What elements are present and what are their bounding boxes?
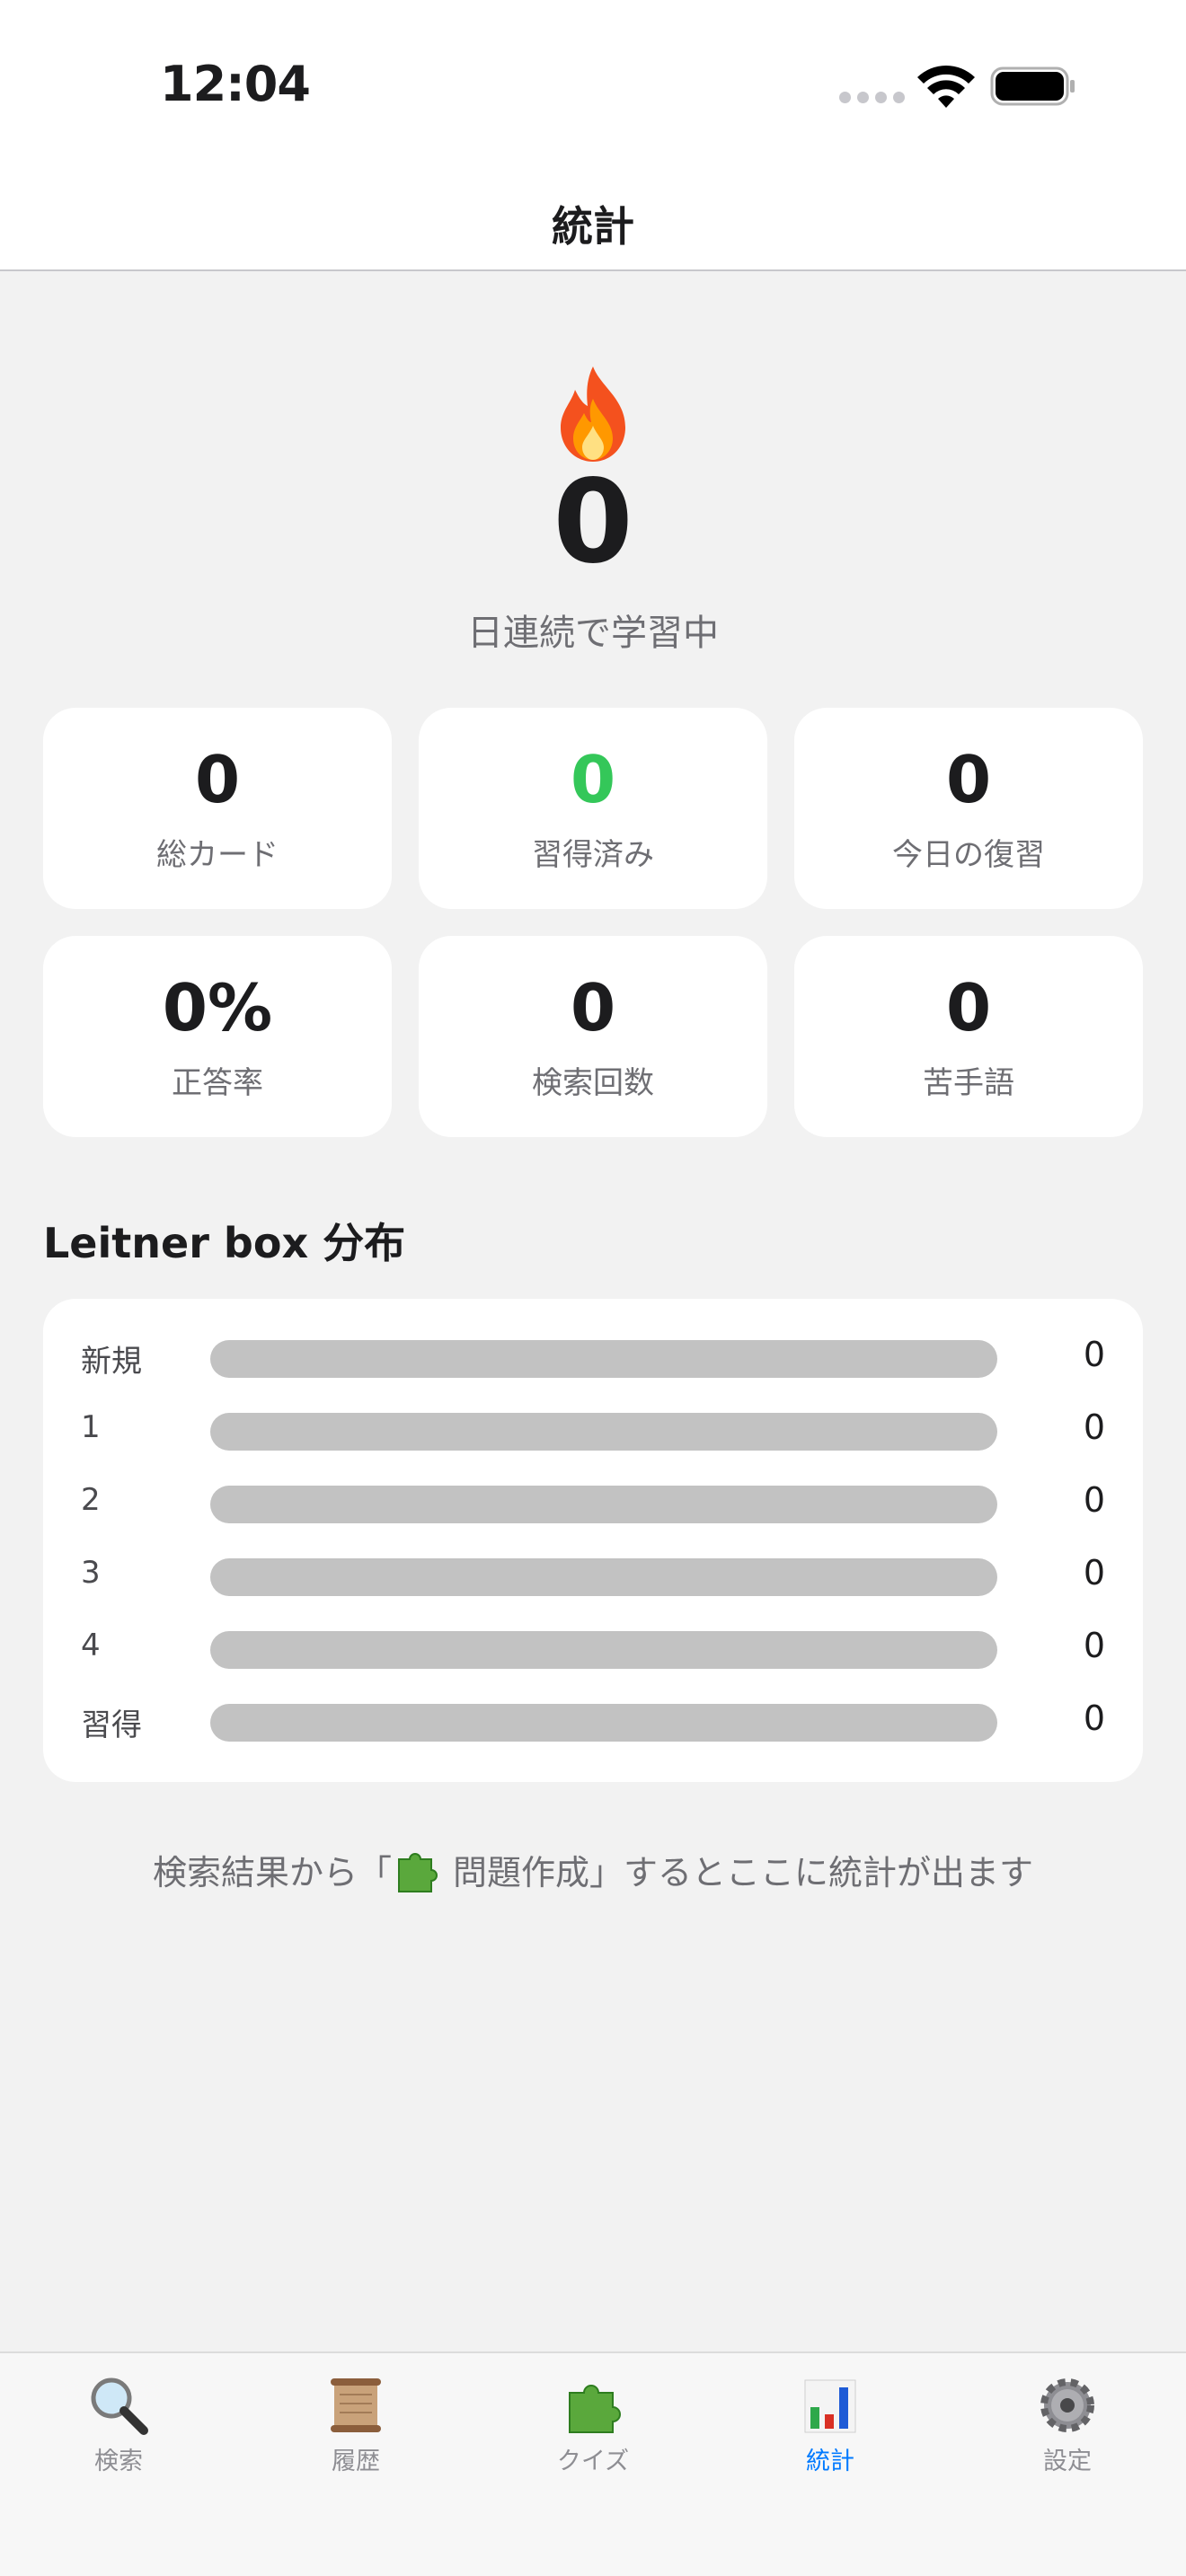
leitner-count: 0 [1083, 1698, 1105, 1738]
leitner-count: 0 [1083, 1480, 1105, 1520]
gear-icon [1040, 2378, 1094, 2432]
stat-card-accuracy: 0% 正答率 [43, 936, 392, 1137]
empty-state-hint: 検索結果から「 問題作成」するとここに統計が出ます [0, 1845, 1186, 1894]
bar-chart-icon [804, 2379, 856, 2433]
cellular-signal-icon [839, 92, 905, 103]
stat-card-mastered: 0 習得済み [419, 708, 767, 909]
stat-label: 苦手語 [923, 1065, 1014, 1101]
puzzle-icon [397, 1853, 438, 1892]
status-time: 12:04 [160, 56, 311, 112]
stat-value: 0 [570, 742, 616, 817]
leitner-row: 3 0 [43, 1549, 1143, 1603]
tab-quiz[interactable]: クイズ [474, 2373, 712, 2499]
leitner-bar [210, 1486, 997, 1523]
leitner-label: 3 [81, 1555, 101, 1591]
stat-value: 0 [945, 742, 992, 817]
stat-label: 習得済み [532, 837, 654, 873]
stat-value: 0 [570, 970, 616, 1045]
hint-text-after: 問題作成」するとここに統計が出ます [441, 1853, 1034, 1892]
leitner-label: 2 [81, 1482, 101, 1518]
leitner-label: 1 [81, 1409, 101, 1445]
leitner-bar [210, 1704, 997, 1742]
tab-label: 設定 [1043, 2448, 1092, 2475]
puzzle-icon [569, 2385, 621, 2433]
wifi-icon [917, 66, 975, 108]
leitner-count: 0 [1083, 1626, 1105, 1665]
leitner-bar [210, 1340, 997, 1378]
tab-stats[interactable]: 統計 [712, 2373, 949, 2499]
stat-card-search-count: 0 検索回数 [419, 936, 767, 1137]
stat-label: 総カード [156, 837, 279, 873]
stat-card-today-review: 0 今日の復習 [794, 708, 1143, 909]
tab-settings[interactable]: 設定 [949, 2373, 1186, 2499]
stat-card-total: 0 総カード [43, 708, 392, 909]
tab-search[interactable]: 検索 [0, 2373, 237, 2499]
fire-icon [561, 366, 625, 462]
stat-card-weak-words: 0 苦手語 [794, 936, 1143, 1137]
magnifier-icon [91, 2378, 148, 2435]
leitner-label: 4 [81, 1628, 101, 1663]
hint-text-before: 検索結果から「 [152, 1853, 392, 1892]
leitner-count: 0 [1083, 1407, 1105, 1447]
tab-history[interactable]: 履歴 [237, 2373, 474, 2499]
leitner-row: 2 0 [43, 1477, 1143, 1531]
stat-value: 0 [945, 970, 992, 1045]
leitner-bar [210, 1631, 997, 1669]
stat-label: 正答率 [172, 1065, 263, 1101]
leitner-label: 新規 [81, 1344, 142, 1380]
leitner-row: 1 0 [43, 1404, 1143, 1458]
tab-label: クイズ [556, 2448, 630, 2475]
tab-label: 検索 [94, 2448, 143, 2475]
tab-bar: 検索 履歴 クイズ 統計 設定 [0, 2351, 1186, 2576]
stat-label: 検索回数 [532, 1065, 654, 1101]
navigation-bar: 統計 [0, 180, 1186, 271]
leitner-section-title: Leitner box 分布 [43, 1219, 406, 1267]
streak-label: 日連続で学習中 [467, 613, 719, 654]
tab-label: 履歴 [332, 2448, 380, 2475]
leitner-distribution-card: 新規 0 1 0 2 0 3 0 4 0 習得 0 [43, 1299, 1143, 1782]
stat-value: 0% [162, 970, 273, 1045]
leitner-bar [210, 1413, 997, 1451]
status-bar: 12:04 [0, 0, 1186, 180]
stat-label: 今日の復習 [892, 837, 1045, 873]
leitner-row: 習得 0 [43, 1695, 1143, 1749]
stat-value: 0 [194, 742, 241, 817]
streak-count: 0 [553, 455, 633, 589]
battery-icon [990, 66, 1075, 106]
page-title: 統計 [552, 202, 634, 251]
leitner-count: 0 [1083, 1335, 1105, 1374]
leitner-row: 4 0 [43, 1622, 1143, 1676]
tab-label: 統計 [806, 2448, 854, 2475]
scroll-icon [331, 2378, 381, 2432]
leitner-bar [210, 1558, 997, 1596]
leitner-row: 新規 0 [43, 1331, 1143, 1385]
leitner-label: 習得 [81, 1707, 142, 1743]
leitner-count: 0 [1083, 1553, 1105, 1592]
